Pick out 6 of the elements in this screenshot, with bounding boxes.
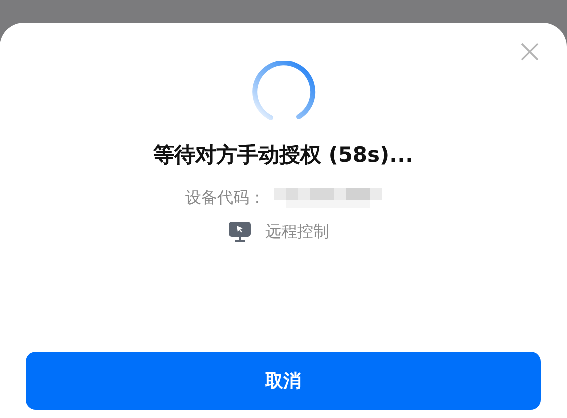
mode-label: 远程控制 xyxy=(266,222,330,242)
cancel-button[interactable]: 取消 xyxy=(26,352,541,410)
device-code-label: 设备代码： xyxy=(186,188,266,208)
close-icon[interactable] xyxy=(521,43,539,61)
dialog-title: 等待对方手动授权 (58s)... xyxy=(153,142,414,169)
monitor-icon xyxy=(228,221,252,243)
